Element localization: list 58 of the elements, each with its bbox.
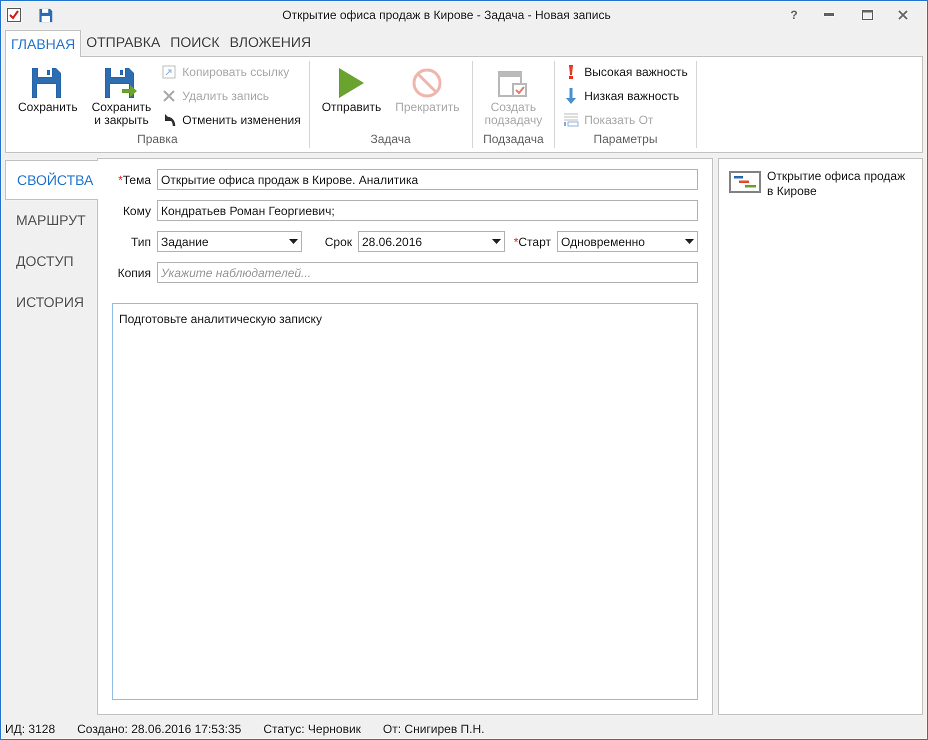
- caret-icon: [492, 239, 501, 244]
- caret-icon: [289, 239, 298, 244]
- field-label: Копия: [118, 264, 151, 282]
- ribbon-button[interactable]: Сохранить: [14, 61, 82, 130]
- list-icon: [563, 113, 580, 127]
- exclamation-icon: [568, 65, 574, 79]
- subject-field[interactable]: Открытие офиса продаж в Кирове. Аналитика: [157, 169, 698, 190]
- status-text: ИД: 3128: [5, 721, 56, 738]
- side-tab[interactable]: ИСТОРИЯ: [5, 282, 97, 323]
- status-text: Статус: Черновик: [263, 721, 361, 738]
- ribbon-small-button[interactable]: Высокая важность: [563, 63, 688, 81]
- help-button[interactable]: ?: [779, 6, 809, 24]
- gantt-icon: [729, 171, 761, 193]
- cross-icon: [163, 90, 176, 102]
- start-dropdown[interactable]: Одновременно: [557, 231, 698, 252]
- required-marker: *: [514, 234, 518, 250]
- side-tab[interactable]: СВОЙСТВА: [5, 160, 98, 200]
- recipient-field[interactable]: Кондратьев Роман Георгиевич;: [157, 200, 698, 221]
- down-arrow-icon: [566, 88, 576, 104]
- ribbon-tab[interactable]: ПОИСК: [165, 29, 225, 56]
- link-icon: [162, 65, 176, 79]
- ribbon-tab[interactable]: ВЛОЖЕНИЯ: [224, 29, 316, 56]
- body-text[interactable]: Подготовьте аналитическую записку: [119, 312, 322, 326]
- field-label: Тип: [130, 234, 151, 250]
- status-text: От: Снигирев П.Н.: [382, 721, 484, 738]
- field-label: Срок: [324, 234, 352, 250]
- ribbon-tab[interactable]: ОТПРАВКА: [81, 29, 166, 56]
- ribbon-button[interactable]: Отправить: [318, 61, 386, 130]
- due-date-dropdown[interactable]: 28.06.2016: [358, 231, 505, 252]
- minimize-icon: [824, 13, 834, 17]
- field-label: Кому: [122, 202, 151, 220]
- required-marker: *: [118, 172, 123, 188]
- field-label: Старт: [518, 234, 551, 250]
- ribbon-small-button[interactable]: Отменить изменения: [161, 111, 301, 129]
- type-dropdown[interactable]: Задание: [157, 231, 302, 252]
- task-checkbox-icon: [7, 8, 21, 22]
- save-close-icon: [104, 67, 138, 99]
- ribbon-tab[interactable]: ГЛАВНАЯ: [5, 30, 82, 57]
- side-tab[interactable]: ДОСТУП: [5, 241, 97, 282]
- caret-icon: [685, 239, 694, 244]
- play-icon: [337, 67, 366, 99]
- maximize-icon: [862, 10, 872, 20]
- status-text: Создано: 28.06.2016 17:53:35: [77, 721, 242, 738]
- undo-icon: [162, 113, 176, 127]
- save-icon[interactable]: [39, 8, 54, 22]
- cc-field[interactable]: Укажите наблюдателей...: [157, 262, 698, 283]
- close-icon: [898, 10, 908, 20]
- related-task-link[interactable]: Открытие офиса продаж в Кирове: [767, 169, 912, 199]
- field-label: Тема: [122, 172, 151, 188]
- side-tab[interactable]: МАРШРУТ: [5, 200, 97, 241]
- group-label: Задача: [370, 131, 411, 148]
- window-title: Открытие офиса продаж в Кирове - Задача - Новая запись: [281, 7, 612, 24]
- group-label: Параметры: [593, 131, 658, 148]
- ribbon-small-button[interactable]: Низкая важность: [563, 87, 688, 105]
- group-label: Подзадача: [483, 131, 544, 148]
- group-label: Правка: [137, 131, 178, 148]
- stop-icon: [411, 67, 444, 99]
- ribbon-button[interactable]: Сохранить и закрыть: [88, 61, 156, 130]
